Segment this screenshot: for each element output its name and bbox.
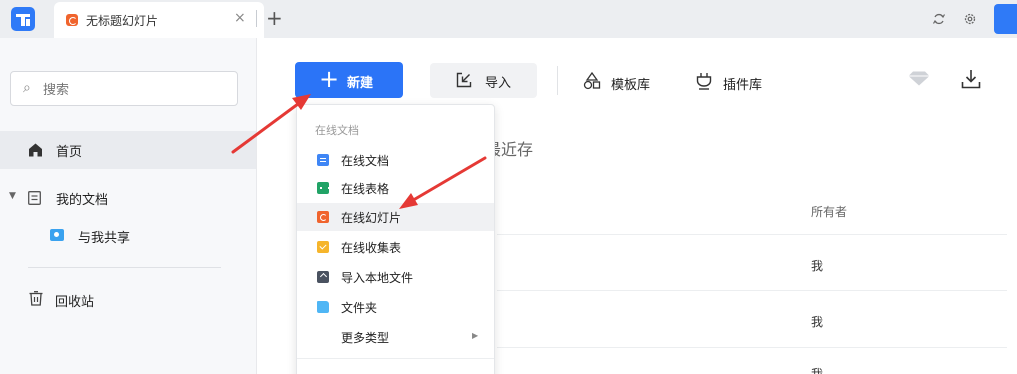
caret-down-icon[interactable]: ▼ [9, 191, 16, 201]
menu-item-online-form[interactable]: 在线收集表 [297, 233, 494, 261]
online-slide-icon [317, 211, 329, 223]
import-button[interactable]: 导入 [430, 63, 537, 98]
app-logo-icon[interactable] [11, 7, 35, 31]
row-divider [497, 290, 1007, 291]
search-icon: ⌕ [23, 80, 31, 96]
menu-item-online-doc[interactable]: 在线文档 [297, 146, 494, 174]
toolbar-divider [557, 66, 558, 95]
menu-item-label: 文件夹 [341, 301, 378, 315]
menu-item-label: 在线收集表 [341, 241, 402, 255]
new-tab-icon[interactable]: + [266, 6, 283, 30]
shapes-icon [583, 72, 601, 90]
table-row-owner: 我 [811, 315, 824, 329]
menu-item-folder[interactable]: 文件夹 [297, 293, 494, 321]
online-sheet-icon [317, 182, 330, 194]
menu-item-label: 在线文档 [341, 154, 390, 168]
search-input[interactable] [43, 78, 223, 100]
import-icon [456, 72, 472, 88]
trash-icon [29, 291, 43, 306]
menu-header: 在线文档 [315, 124, 359, 137]
download-icon[interactable] [961, 69, 981, 89]
menu-item-online-slide[interactable]: 在线幻灯片 [297, 203, 494, 231]
new-button-label: 新建 [347, 76, 374, 91]
plugin-library-label: 插件库 [723, 78, 763, 93]
close-icon[interactable]: × [234, 10, 246, 26]
sidebar-item-label: 回收站 [55, 295, 95, 310]
diamond-icon[interactable] [908, 71, 930, 86]
search-box[interactable]: ⌕ [10, 71, 238, 106]
menu-item-online-sheet[interactable]: 在线表格 [297, 174, 494, 202]
plugin-library-button[interactable]: 插件库 [695, 66, 775, 96]
sidebar-item-label: 首页 [56, 145, 83, 160]
sidebar-item-label: 我的文档 [56, 193, 109, 208]
sidebar-item-home[interactable]: 首页 [0, 131, 256, 169]
upload-icon [317, 271, 329, 283]
plus-icon: + [319, 65, 340, 93]
menu-item-label: 在线幻灯片 [341, 211, 402, 225]
online-form-icon [317, 241, 329, 253]
table-row-owner: 我 [811, 367, 824, 374]
new-button[interactable]: + 新建 [295, 62, 403, 98]
folder-icon [317, 301, 329, 313]
sidebar-divider [28, 267, 221, 268]
sidebar-item-shared[interactable]: 与我共享 [0, 218, 256, 250]
row-divider [497, 234, 1007, 235]
sidebar-item-my-docs[interactable]: ▼ 我的文档 [0, 182, 256, 214]
tab-untitled-slide[interactable]: 无标题幻灯片 × [54, 2, 264, 38]
import-button-label: 导入 [485, 76, 512, 91]
menu-item-more-types[interactable]: 更多类型 ▶ [297, 323, 494, 351]
row-divider [497, 347, 1007, 348]
settings-icon[interactable] [963, 9, 977, 29]
sidebar-item-trash[interactable]: 回收站 [0, 284, 256, 316]
menu-item-label: 在线表格 [341, 182, 390, 196]
slide-icon [66, 14, 78, 26]
menu-item-label: 更多类型 [341, 331, 390, 345]
refresh-icon[interactable] [932, 9, 946, 29]
template-library-label: 模板库 [611, 78, 651, 93]
home-icon [29, 143, 42, 157]
sidebar-item-label: 与我共享 [78, 231, 131, 246]
new-dropdown-menu: 在线文档 在线文档 在线表格 在线幻灯片 在线收集表 导入本地文件 文件夹 更多… [296, 104, 495, 374]
column-header-owner: 所有者 [811, 205, 848, 219]
chevron-right-icon: ▶ [472, 331, 479, 340]
online-doc-icon [317, 154, 329, 166]
plug-icon [696, 73, 712, 90]
menu-item-label: 导入本地文件 [341, 271, 414, 285]
title-bar: 无标题幻灯片 × + [0, 0, 1017, 38]
template-library-button[interactable]: 模板库 [583, 66, 663, 96]
account-button[interactable] [994, 4, 1017, 34]
menu-item-import-local[interactable]: 导入本地文件 [297, 263, 494, 291]
sidebar: ⌕ 首页 ▼ 我的文档 与我共享 回收站 [0, 38, 257, 374]
tab-separator [256, 10, 257, 27]
tab-title: 无标题幻灯片 [86, 14, 159, 28]
menu-divider [297, 358, 494, 359]
shared-folder-icon [50, 229, 64, 241]
table-row-owner: 我 [811, 259, 824, 273]
document-icon [28, 191, 41, 205]
